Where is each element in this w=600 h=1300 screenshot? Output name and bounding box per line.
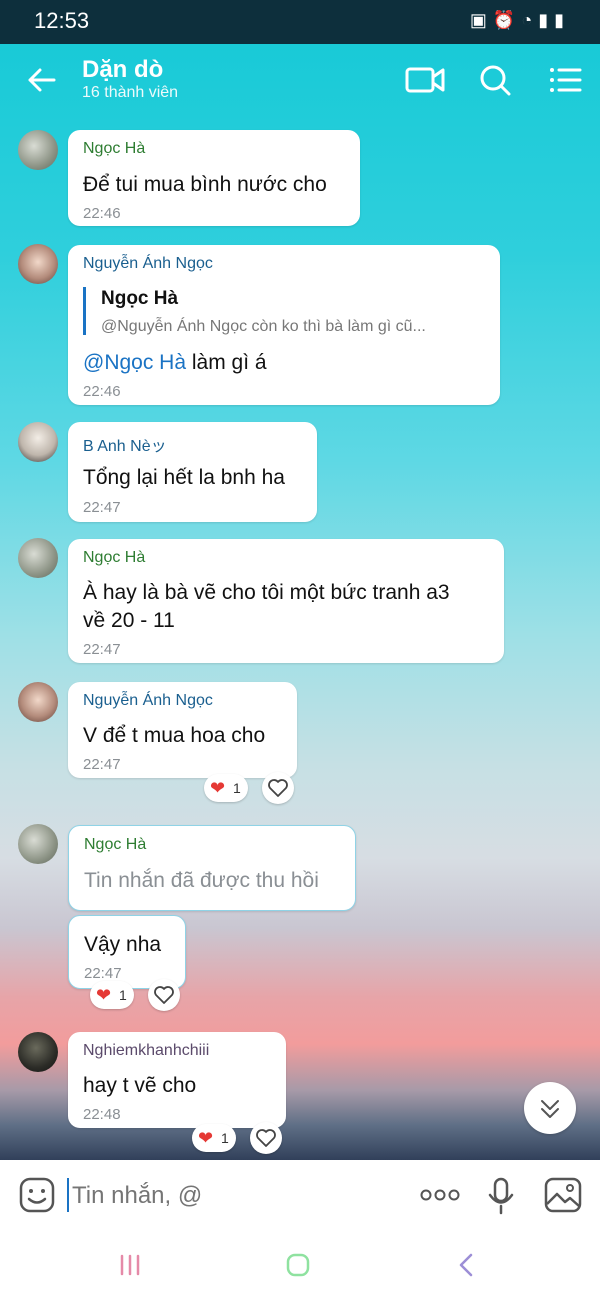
message-text: hay t vẽ cho xyxy=(83,1074,197,1097)
like-button[interactable] xyxy=(250,1122,282,1154)
home-icon[interactable] xyxy=(285,1252,311,1278)
reply-quote[interactable]: Ngọc Hà @Nguyễn Ánh Ngọc còn ko thì bà l… xyxy=(83,287,501,335)
status-bar: 12:53 ▣⏰◔▮▮ xyxy=(0,0,600,44)
recent-apps-icon[interactable] xyxy=(118,1254,142,1276)
sender-name: Nguyễn Ánh Ngọc xyxy=(83,692,213,709)
recalled-message-bubble[interactable]: Ngọc Hà Tin nhắn đã được thu hồi xyxy=(68,825,356,911)
avatar[interactable] xyxy=(18,244,58,284)
message-bubble[interactable]: Nguyễn Ánh Ngọc V để t mua hoa cho 22:47 xyxy=(68,682,297,778)
member-count: 16 thành viên xyxy=(82,84,179,101)
reaction-badge[interactable]: ❤ 1 xyxy=(90,981,134,1009)
message-text: @Ngọc Hà làm gì á xyxy=(83,349,267,377)
reaction-badge[interactable]: ❤ 1 xyxy=(192,1124,236,1152)
heart-outline-icon xyxy=(268,779,288,797)
back-nav-icon[interactable] xyxy=(456,1252,476,1278)
message-bubble[interactable]: Ngọc Hà À hay là bà vẽ cho tôi một bức t… xyxy=(68,539,504,663)
menu-list-icon[interactable] xyxy=(546,62,586,98)
message-time: 22:47 xyxy=(83,756,121,773)
message-time: 22:46 xyxy=(83,205,121,222)
avatar[interactable] xyxy=(18,538,58,578)
message-text-line: À hay là bà vẽ cho tôi một bức tranh a3 xyxy=(83,581,450,604)
message-text: Tổng lại hết la bnh ha xyxy=(83,466,285,489)
sender-name: Ngọc Hà xyxy=(84,836,147,853)
mention[interactable]: @Ngọc Hà xyxy=(83,351,186,374)
message-text-body: làm gì á xyxy=(186,351,267,374)
microphone-icon[interactable] xyxy=(486,1176,516,1216)
message-time: 22:48 xyxy=(83,1106,121,1123)
battery-icon: ▮ xyxy=(554,10,570,30)
reaction-badge[interactable]: ❤ 1 xyxy=(204,774,248,802)
chat-header: Dặn dò 16 thành viên xyxy=(0,44,600,116)
reaction-count: 1 xyxy=(221,1130,229,1146)
message-bubble[interactable]: B Anh Nèッ Tổng lại hết la bnh ha 22:47 xyxy=(68,422,317,522)
message-time: 22:47 xyxy=(83,641,121,658)
alarm-icon: ⏰ xyxy=(492,10,522,30)
sender-name: Ngọc Hà xyxy=(83,140,146,157)
scroll-to-bottom-button[interactable] xyxy=(524,1082,576,1134)
message-text: À hay là bà vẽ cho tôi một bức tranh a3 … xyxy=(83,579,450,635)
message-text: Vậy nha xyxy=(84,933,162,956)
back-arrow-icon[interactable] xyxy=(24,62,60,98)
group-title[interactable]: Dặn dò xyxy=(82,56,163,84)
message-text: Để tui mua bình nước cho xyxy=(83,173,327,196)
sender-name: Nghiemkhanhchiii xyxy=(83,1042,210,1059)
heart-outline-icon xyxy=(256,1129,276,1147)
avatar[interactable] xyxy=(18,422,58,462)
text-cursor xyxy=(67,1178,69,1212)
like-button[interactable] xyxy=(148,979,180,1011)
message-input[interactable] xyxy=(70,1176,394,1216)
avatar[interactable] xyxy=(18,1032,58,1072)
reaction-count: 1 xyxy=(233,780,241,796)
message-text-line: về 20 - 11 xyxy=(83,609,175,632)
message-time: 22:47 xyxy=(83,499,121,516)
heart-icon: ❤ xyxy=(210,778,226,798)
status-time: 12:53 xyxy=(34,8,90,33)
message-bubble[interactable]: Vậy nha 22:47 xyxy=(68,915,186,989)
battery-saver-icon: ▣ xyxy=(469,10,493,30)
video-call-icon[interactable] xyxy=(405,62,445,98)
heart-outline-icon xyxy=(154,986,174,1004)
message-bubble[interactable]: Nghiemkhanhchiii hay t vẽ cho 22:48 xyxy=(68,1032,286,1128)
message-text: Tin nhắn đã được thu hồi xyxy=(84,869,319,892)
sticker-emoji-icon[interactable] xyxy=(18,1176,56,1214)
message-text: V để t mua hoa cho xyxy=(83,724,266,747)
message-time: 22:46 xyxy=(83,383,121,400)
heart-icon: ❤ xyxy=(96,985,112,1005)
search-icon[interactable] xyxy=(476,62,516,98)
system-nav-bar xyxy=(0,1230,600,1300)
signal-icon: ▮ xyxy=(538,10,555,30)
heart-icon: ❤ xyxy=(198,1128,214,1148)
quote-text: @Nguyễn Ánh Ngọc còn ko thì bà làm gì cũ… xyxy=(101,318,426,335)
image-gallery-icon[interactable] xyxy=(543,1176,583,1214)
message-time: 22:47 xyxy=(84,965,122,982)
more-options-icon[interactable] xyxy=(418,1182,462,1208)
avatar[interactable] xyxy=(18,824,58,864)
double-chevron-down-icon xyxy=(541,1100,559,1118)
avatar[interactable] xyxy=(18,130,58,170)
quote-sender: Ngọc Hà xyxy=(101,288,179,309)
avatar[interactable] xyxy=(18,682,58,722)
sender-name: B Anh Nèッ xyxy=(83,438,167,455)
sender-name: Nguyễn Ánh Ngọc xyxy=(83,255,213,272)
wifi-icon: ◔ xyxy=(521,10,539,30)
reaction-count: 1 xyxy=(119,987,127,1003)
status-icons: ▣⏰◔▮▮ xyxy=(470,10,570,31)
message-bubble[interactable]: Nguyễn Ánh Ngọc Ngọc Hà @Nguyễn Ánh Ngọc… xyxy=(68,245,500,405)
like-button[interactable] xyxy=(262,772,294,804)
message-composer xyxy=(0,1160,600,1230)
sender-name: Ngọc Hà xyxy=(83,549,146,566)
message-bubble[interactable]: Ngọc Hà Để tui mua bình nước cho 22:46 xyxy=(68,130,360,226)
